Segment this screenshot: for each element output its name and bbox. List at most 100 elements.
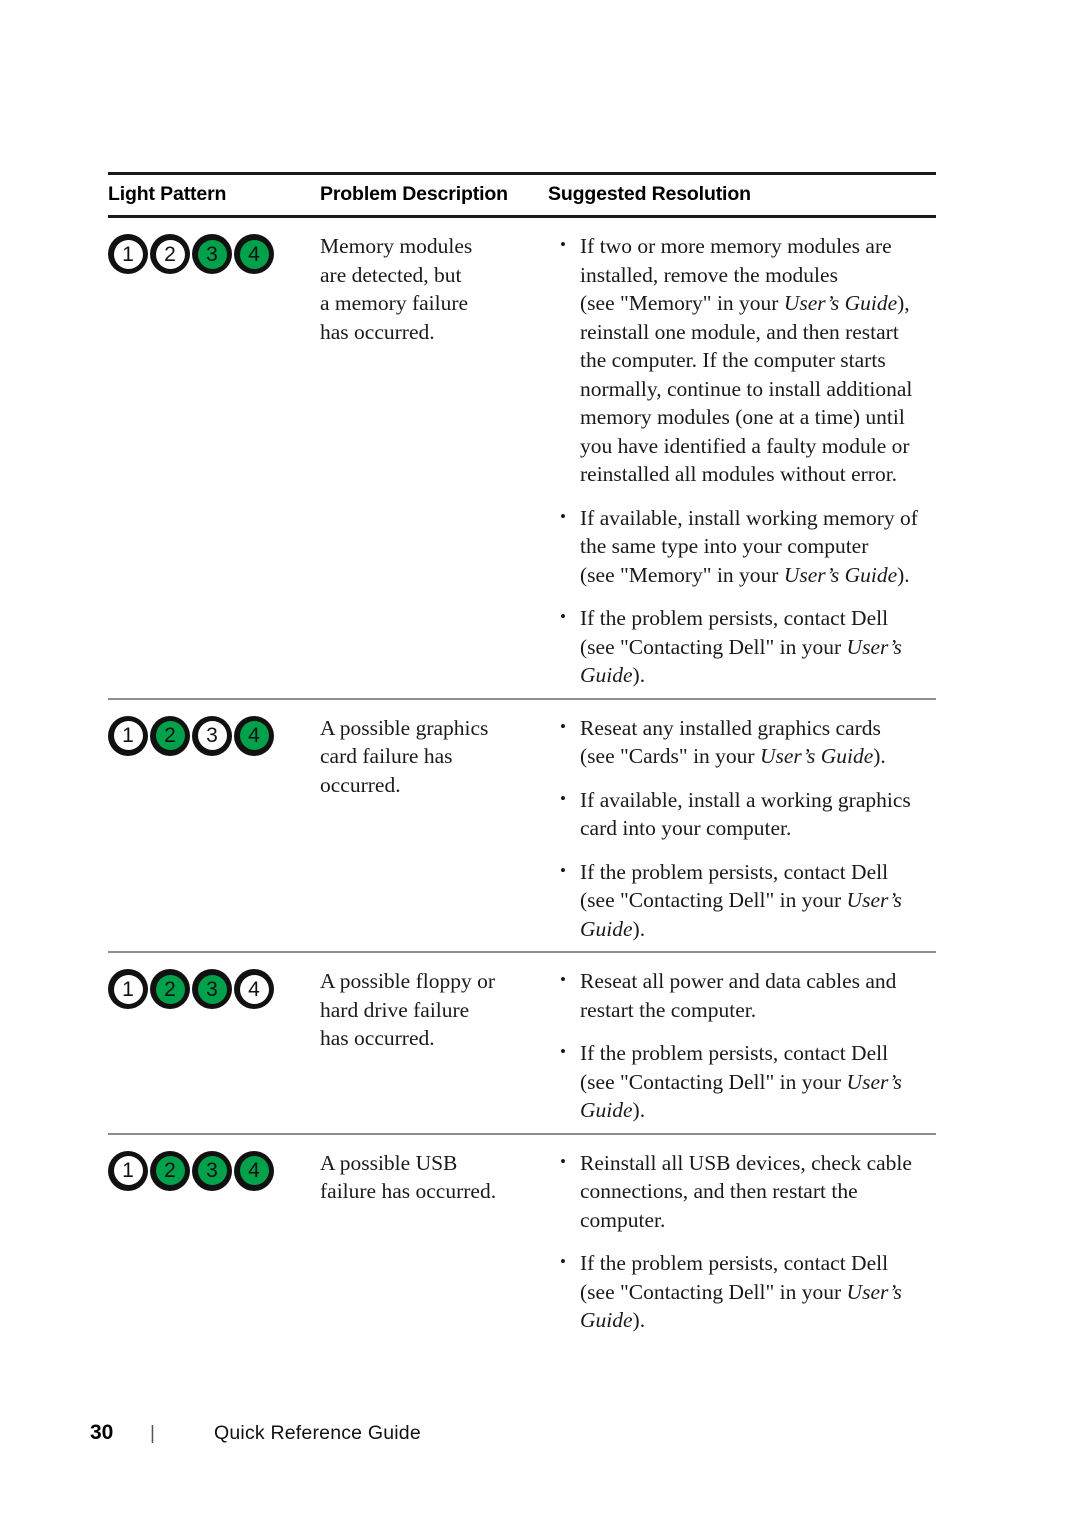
resolution-bullet-item: Reseat any installed graphics cards (see …: [556, 713, 944, 771]
italic-reference: User’s: [846, 1069, 902, 1094]
text-line: normally, continue to install additional: [580, 376, 913, 401]
resolution-bullet-item: If the problem persists, contact Dell (se…: [556, 603, 944, 690]
cell-light-pattern: 1234: [108, 1149, 320, 1191]
resolution-bullet-item: If available, install working memory of t…: [556, 503, 944, 590]
column-header-problem-description: Problem Description: [320, 183, 508, 205]
diagnostic-light-number: 1: [113, 974, 143, 1004]
light-pattern-group: 1234: [108, 714, 320, 756]
italic-reference: Guide: [580, 1098, 633, 1123]
text-line: (see "Contacting Dell" in your User’s: [580, 888, 902, 913]
text-line: card into your computer.: [580, 816, 792, 841]
table-row: 1234A possible USBfailure has occurred.R…: [108, 1135, 936, 1343]
diagnostic-light-number: 1: [113, 239, 143, 269]
text-line: Reseat all power and data cables and: [580, 969, 897, 994]
text-line: A possible floppy or: [320, 969, 495, 994]
cell-light-pattern: 1234: [108, 232, 320, 275]
text-line: If available, install working memory of: [580, 505, 918, 530]
text-line: (see "Contacting Dell" in your User’s: [580, 634, 902, 659]
table-row: 1 2 3 4 Memory modules are detected, but a mem…: [108, 218, 936, 698]
column-header-light-pattern: Light Pattern: [108, 183, 227, 205]
text-line: (see "Memory" in your User’s Guide),: [580, 291, 910, 316]
text-line: Guide).: [580, 1098, 646, 1123]
text-line: the same type into your computer: [580, 534, 869, 559]
text-line: card failure has: [320, 744, 453, 769]
text-line: installed, remove the modules: [580, 262, 838, 287]
light-pattern-group: 1234: [108, 967, 320, 1010]
diagnostic-light-2-on: 2: [150, 715, 190, 756]
footer-divider: |: [150, 1423, 155, 1444]
text-line: reinstalled all modules without error.: [580, 462, 898, 487]
diagnostic-light-1-off: 1: [108, 715, 148, 756]
table-row: 1234A possible graphics card failure has o…: [108, 700, 936, 952]
text-line: Reseat any installed graphics cards: [580, 715, 881, 740]
cell-problem-description: A possible USB failure has occurred.: [320, 1149, 556, 1206]
diagnostic-light-number: 4: [239, 1156, 269, 1186]
italic-reference: User’s: [846, 634, 902, 659]
italic-reference: User’s: [846, 1279, 902, 1304]
document-page: Light Pattern Problem Description Sugges…: [0, 0, 1080, 1529]
cell-problem-description: A possible floppy or hard drive failure ha…: [320, 967, 556, 1053]
diagnostic-light-4-on: 4: [234, 715, 274, 756]
diagnostic-light-2-on: 2: [150, 969, 190, 1010]
text-line: memory modules (one at a time) until: [580, 405, 905, 430]
diagnostic-light-1-off: 1: [108, 1150, 148, 1191]
light-pattern-group: 1234: [108, 232, 320, 275]
text-line: If the problem persists, contact Dell: [580, 1041, 889, 1066]
text-line: Guide).: [580, 1308, 646, 1333]
resolution-bullet-item: If two or more memory modules are install…: [556, 231, 944, 489]
diagnostic-light-number: 1: [113, 1156, 143, 1186]
diagnostic-light-2-off: 2: [150, 234, 190, 275]
page-footer: 30 | Quick Reference Guide: [90, 1421, 421, 1445]
footer-page-number: 30: [90, 1421, 114, 1444]
resolution-bullet-item: Reinstall all USB devices, check cable co…: [556, 1148, 944, 1235]
resolution-bullet-item: If the problem persists, contact Dell (se…: [556, 1248, 944, 1335]
resolution-bullet-list: If two or more memory modules are install…: [556, 231, 944, 690]
table-header-row: Light Pattern Problem Description Sugges…: [108, 175, 936, 215]
diagnostic-light-number: 2: [155, 239, 185, 269]
cell-problem-description: A possible graphics card failure has occur…: [320, 714, 556, 800]
resolution-bullet-item: Reseat all power and data cables and rest…: [556, 966, 944, 1024]
diagnostic-light-1-off: 1: [108, 969, 148, 1010]
text-line: (see "Memory" in your User’s Guide).: [580, 562, 910, 587]
text-line: Guide).: [580, 916, 646, 941]
resolution-bullet-item: If the problem persists, contact Dell (se…: [556, 1038, 944, 1125]
text-line: (see "Cards" in your User’s Guide).: [580, 744, 886, 769]
text-line: A possible graphics: [320, 715, 489, 740]
text-line: If the problem persists, contact Dell: [580, 859, 889, 884]
italic-reference: User’s: [846, 888, 902, 913]
cell-suggested-resolution: Reinstall all USB devices, check cable co…: [556, 1148, 944, 1335]
text-line: If the problem persists, contact Dell: [580, 606, 889, 631]
text-line: Guide).: [580, 663, 646, 688]
diagnostic-light-3-on: 3: [192, 969, 232, 1010]
diagnostic-light-number: 4: [239, 239, 269, 269]
text-line: hard drive failure: [320, 997, 470, 1022]
diagnostic-light-4-on: 4: [234, 234, 274, 275]
resolution-bullet-list: Reinstall all USB devices, check cable co…: [556, 1148, 944, 1335]
cell-light-pattern: 1234: [108, 967, 320, 1010]
cell-suggested-resolution: If two or more memory modules are install…: [556, 231, 944, 690]
text-line: the computer. If the computer starts: [580, 348, 886, 373]
text-line: failure has occurred.: [320, 1179, 497, 1204]
diagnostic-light-1-off: 1: [108, 234, 148, 275]
diagnostic-light-4-on: 4: [234, 1150, 274, 1191]
diagnostic-light-3-off: 3: [192, 715, 232, 756]
resolution-bullet-list: Reseat all power and data cables and rest…: [556, 966, 944, 1125]
italic-reference: User’s Guide: [783, 562, 898, 587]
cell-suggested-resolution: Reseat any installed graphics cards (see …: [556, 713, 944, 944]
text-line: a memory failure: [320, 291, 469, 316]
diagnostic-light-number: 2: [155, 974, 185, 1004]
text-line: Memory modules: [320, 234, 473, 259]
table-body: 1 2 3 4 Memory modules are detected, but a mem…: [108, 218, 936, 1343]
diagnostic-light-2-on: 2: [150, 1150, 190, 1191]
diagnostic-light-number: 4: [239, 974, 269, 1004]
text-line: (see "Contacting Dell" in your User’s: [580, 1069, 902, 1094]
table-row: 1234A possible floppy or hard drive failu…: [108, 953, 936, 1133]
text-line: reinstall one module, and then restart: [580, 319, 899, 344]
text-line: has occurred.: [320, 319, 435, 344]
italic-reference: User’s Guide: [783, 291, 898, 316]
text-line: has occurred.: [320, 1026, 435, 1051]
diagnostic-light-number: 3: [197, 1156, 227, 1186]
column-header-suggested-resolution: Suggested Resolution: [548, 183, 751, 205]
italic-reference: Guide: [580, 663, 633, 688]
diagnostic-light-number: 3: [197, 239, 227, 269]
